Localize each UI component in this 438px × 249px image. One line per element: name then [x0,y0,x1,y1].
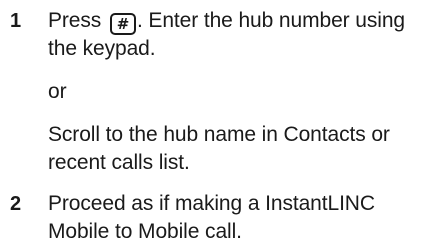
step-instructions: Press #. Enter the hub number using the … [48,7,434,177]
alternative-instruction: Scroll to the hub name in Contacts or [48,123,390,146]
step-line: Press #. Enter the hub number using [48,7,434,35]
step-number: 2 [10,193,22,215]
or-separator: or [48,80,67,103]
pound-key-icon: # [109,13,136,35]
alternative-instruction: recent calls list. [48,151,190,174]
step-number: 1 [10,10,22,32]
step-line: Mobile to Mobile call. [48,220,242,243]
step-line: the keypad. [48,37,156,60]
instruction-text: . Enter the hub number using [136,9,405,32]
step-line: Proceed as if making a InstantLINC [48,192,375,215]
press-label: Press [48,9,102,32]
step-instructions: Proceed as if making a InstantLINC Mobil… [48,190,434,246]
